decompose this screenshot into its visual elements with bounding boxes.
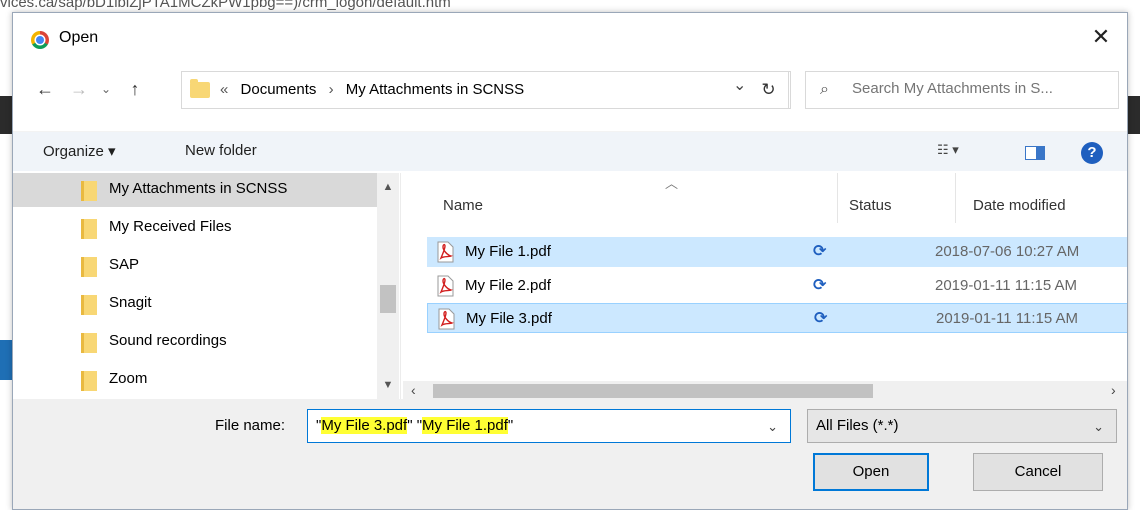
file-name-label: File name: <box>215 417 286 434</box>
horizontal-scroll-thumb[interactable] <box>433 384 873 398</box>
command-toolbar: Organize ▾ New folder ☷ ▾ ? <box>13 131 1127 171</box>
pdf-file-icon <box>437 241 454 263</box>
scroll-left-arrow-icon[interactable]: ‹ <box>411 382 416 398</box>
sync-status-icon: ⟳ <box>814 310 828 327</box>
nav-item-label: Snagit <box>109 294 152 311</box>
file-name-dropdown-chevron-icon[interactable]: ⌄ <box>767 419 778 435</box>
folder-icon <box>81 257 97 277</box>
nav-pane-scrollbar[interactable]: ▲ ▼ <box>377 173 399 399</box>
dialog-title: Open <box>59 29 99 46</box>
date-modified: 2019-01-11 11:15 AM <box>936 310 1079 327</box>
file-name-part: " <box>507 417 514 434</box>
file-name: My File 3.pdf <box>466 310 552 327</box>
file-name-part: " " <box>407 417 423 434</box>
folder-icon <box>81 219 97 239</box>
nav-item-snagit[interactable]: Snagit <box>13 287 377 321</box>
file-name-part-highlighted: My File 1.pdf <box>422 417 508 434</box>
change-view-icon[interactable]: ☷ ▾ <box>937 142 959 158</box>
nav-item-label: SAP <box>109 256 140 273</box>
address-bar[interactable]: « Documents › My Attachments in SCNSS <box>181 71 789 109</box>
search-input[interactable] <box>852 80 1112 97</box>
help-icon[interactable]: ? <box>1081 142 1103 164</box>
pdf-file-icon <box>438 308 455 330</box>
navigation-row: ← → ⌄ ↑ « Documents › My Attachments in … <box>13 67 1127 111</box>
column-header-name[interactable]: Name <box>443 197 483 214</box>
back-arrow-icon[interactable]: ← <box>33 77 57 101</box>
column-header-date-modified[interactable]: Date modified <box>973 197 1066 214</box>
file-name-field[interactable]: "My File 3.pdf" "My File 1.pdf" ⌄ <box>307 409 791 443</box>
sync-status-icon: ⟳ <box>813 277 827 294</box>
up-arrow-icon[interactable]: ↑ <box>123 77 147 101</box>
organize-button[interactable]: Organize ▾ <box>43 142 116 160</box>
column-header-status[interactable]: Status <box>849 197 892 214</box>
nav-item-sound-recordings[interactable]: Sound recordings <box>13 325 377 359</box>
file-type-value: All Files (*.*) <box>816 417 899 434</box>
file-name: My File 2.pdf <box>465 277 551 294</box>
column-divider <box>837 173 838 223</box>
file-type-chevron-icon: ⌄ <box>1093 419 1104 434</box>
breadcrumb: « Documents › My Attachments in SCNSS <box>220 81 524 98</box>
forward-arrow-icon[interactable]: → <box>67 77 91 101</box>
close-button[interactable]: ✕ <box>1087 23 1115 51</box>
scroll-right-arrow-icon[interactable]: › <box>1111 382 1116 398</box>
navigation-pane: My Attachments in SCNSS My Received File… <box>13 173 401 399</box>
scroll-down-arrow-icon[interactable]: ▼ <box>377 379 399 391</box>
nav-scroll-thumb[interactable] <box>380 285 396 313</box>
pdf-file-icon <box>437 275 454 297</box>
file-type-select[interactable]: All Files (*.*) ⌄ <box>807 409 1117 443</box>
breadcrumb-documents[interactable]: Documents <box>241 81 317 98</box>
folder-icon <box>81 371 97 391</box>
background-blue-strip <box>0 340 12 380</box>
folder-icon <box>81 181 97 201</box>
chevron-right-icon[interactable]: › <box>329 81 334 98</box>
nav-item-sap[interactable]: SAP <box>13 249 377 283</box>
cancel-button[interactable]: Cancel <box>973 453 1103 491</box>
column-divider <box>955 173 956 223</box>
nav-item-label: My Received Files <box>109 218 232 235</box>
breadcrumb-overflow[interactable]: « <box>220 81 228 98</box>
file-list: ︿ Name Status Date modified My File 1.pd… <box>403 173 1127 401</box>
file-list-horizontal-scrollbar[interactable]: ‹ › <box>403 381 1127 401</box>
dialog-footer: File name: " My File 3.pdf" "My File 1.pd… <box>13 399 1127 509</box>
title-bar: Open ✕ <box>13 13 1127 63</box>
sync-status-icon: ⟳ <box>813 243 827 260</box>
refresh-button[interactable]: ↻ <box>747 71 791 109</box>
search-box[interactable]: ⌕ <box>805 71 1119 109</box>
nav-item-label: My Attachments in SCNSS <box>109 180 288 197</box>
search-icon: ⌕ <box>820 81 829 98</box>
open-button[interactable]: Open <box>813 453 929 491</box>
file-name-part-highlighted: My File 3.pdf <box>321 417 408 434</box>
nav-item-zoom[interactable]: Zoom <box>13 363 377 397</box>
file-row-my-file-1[interactable]: My File 1.pdf ⟳ 2018-07-06 10:27 AM <box>427 237 1127 267</box>
open-file-dialog: Open ✕ ← → ⌄ ↑ « Documents › My Attachme… <box>12 12 1128 510</box>
nav-item-label: Zoom <box>109 370 148 387</box>
background-right-dark-strip <box>1128 96 1140 134</box>
folder-icon <box>190 79 210 98</box>
file-name: My File 1.pdf <box>465 243 551 260</box>
file-name-value: "My File 3.pdf" "My File 1.pdf" <box>316 417 513 434</box>
file-row-my-file-2[interactable]: My File 2.pdf ⟳ 2019-01-11 11:15 AM <box>427 271 1127 301</box>
background-dark-strip <box>0 96 12 134</box>
date-modified: 2019-01-11 11:15 AM <box>935 277 1078 294</box>
nav-item-my-received-files[interactable]: My Received Files <box>13 211 377 245</box>
nav-item-my-attachments[interactable]: My Attachments in SCNSS <box>13 173 377 207</box>
chrome-icon <box>31 31 49 49</box>
sort-ascending-icon: ︿ <box>665 176 679 191</box>
breadcrumb-my-attachments[interactable]: My Attachments in SCNSS <box>346 81 524 98</box>
new-folder-button[interactable]: New folder <box>185 142 257 159</box>
nav-item-label: Sound recordings <box>109 332 227 349</box>
file-row-my-file-3[interactable]: My File 3.pdf ⟳ 2019-01-11 11:15 AM <box>427 303 1127 333</box>
background-url-text: vices.ca/sap/bD1lbiZjPTA1MCZkPW1pbg==)/c… <box>0 0 451 10</box>
address-dropdown-chevron-icon[interactable]: ⌄ <box>733 75 746 95</box>
recent-locations-chevron-icon[interactable]: ⌄ <box>97 77 115 101</box>
scroll-up-arrow-icon[interactable]: ▲ <box>377 181 399 193</box>
folder-icon <box>81 333 97 353</box>
date-modified: 2018-07-06 10:27 AM <box>935 243 1080 260</box>
folder-icon <box>81 295 97 315</box>
preview-pane-icon[interactable] <box>1025 146 1045 160</box>
